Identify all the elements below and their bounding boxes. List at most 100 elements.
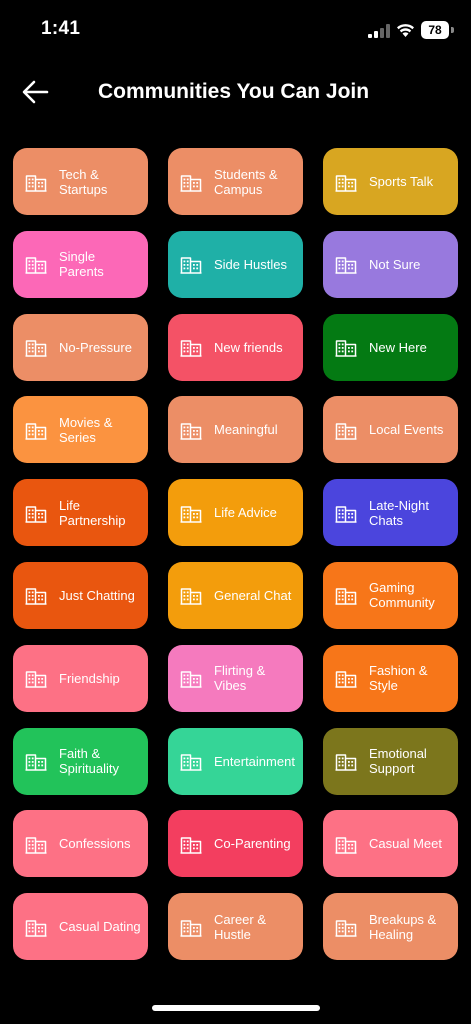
community-label: Faith & Spirituality	[59, 746, 119, 777]
building-icon	[180, 751, 202, 771]
home-indicator[interactable]	[152, 1005, 320, 1011]
building-icon	[180, 420, 202, 440]
community-label: Late-Night Chats	[369, 497, 429, 528]
building-icon	[180, 337, 202, 357]
building-icon	[335, 917, 357, 937]
community-label: Just Chatting	[59, 587, 135, 603]
community-label: Local Events	[369, 422, 444, 438]
community-label: Movies & Series	[59, 414, 113, 445]
community-label: Single Parents	[59, 249, 104, 280]
building-icon	[25, 420, 47, 440]
building-icon	[180, 503, 202, 523]
building-icon	[335, 834, 357, 854]
community-tile[interactable]: New Here	[323, 313, 458, 381]
building-icon	[25, 172, 47, 192]
header: Communities You Can Join	[0, 68, 471, 120]
community-tile[interactable]: No-Pressure	[13, 313, 148, 381]
community-tile[interactable]: Sports Talk	[323, 148, 458, 215]
building-icon	[25, 254, 47, 275]
community-label: New Here	[369, 339, 427, 355]
building-icon	[180, 585, 202, 606]
community-tile[interactable]: Entertainment	[168, 727, 303, 795]
community-label: Confessions	[59, 836, 131, 852]
battery-indicator: 78	[421, 21, 454, 39]
community-tile[interactable]: Tech & Startups	[13, 148, 148, 215]
community-tile[interactable]: Life Advice	[168, 479, 303, 547]
building-icon	[25, 917, 47, 937]
building-icon	[335, 751, 357, 771]
building-icon	[335, 668, 357, 689]
community-label: Career & Hustle	[214, 911, 267, 942]
building-icon	[25, 751, 47, 771]
building-icon	[335, 337, 357, 357]
battery-tip	[451, 27, 454, 33]
community-label: No-Pressure	[59, 339, 132, 355]
building-icon	[335, 420, 357, 440]
community-tile[interactable]: Just Chatting	[13, 561, 148, 629]
community-grid: Tech & Startups Students & Campus Sports T…	[13, 148, 459, 961]
community-label: Entertainment	[214, 753, 295, 769]
community-label: Casual Dating	[59, 919, 141, 935]
building-icon	[25, 503, 47, 523]
building-icon	[25, 834, 47, 854]
community-label: Gaming Community	[369, 580, 435, 611]
community-label: Fashion & Style	[369, 663, 428, 694]
building-icon	[180, 834, 202, 854]
signal-icon	[368, 24, 390, 38]
community-tile[interactable]: Movies & Series	[13, 396, 148, 464]
community-tile[interactable]: Career & Hustle	[168, 893, 303, 961]
community-tile[interactable]: Single Parents	[13, 230, 148, 298]
community-tile[interactable]: Not Sure	[323, 230, 458, 298]
community-label: Casual Meet	[369, 836, 442, 852]
community-label: General Chat	[214, 587, 292, 603]
community-label: Students & Campus	[214, 166, 278, 197]
community-tile[interactable]: Casual Dating	[13, 893, 148, 961]
community-tile[interactable]: Casual Meet	[323, 810, 458, 878]
building-icon	[25, 668, 47, 689]
community-tile[interactable]: Local Events	[323, 396, 458, 464]
community-label: New friends	[214, 339, 283, 355]
community-tile[interactable]: Flirting & Vibes	[168, 644, 303, 712]
community-label: Friendship	[59, 670, 120, 686]
community-tile[interactable]: General Chat	[168, 561, 303, 629]
status-time: 1:41	[41, 18, 81, 39]
community-tile[interactable]: Students & Campus	[168, 148, 303, 215]
community-label: Co-Parenting	[214, 836, 291, 852]
community-label: Breakups & Healing	[369, 911, 437, 942]
building-icon	[335, 585, 357, 606]
community-tile[interactable]: Co-Parenting	[168, 810, 303, 878]
building-icon	[335, 503, 357, 523]
wifi-icon	[397, 24, 414, 37]
building-icon	[180, 917, 202, 937]
community-tile[interactable]: Life Partnership	[13, 479, 148, 547]
community-tile[interactable]: Confessions	[13, 810, 148, 878]
back-arrow-icon[interactable]	[18, 74, 54, 110]
community-tile[interactable]: Side Hustles	[168, 230, 303, 298]
community-label: Life Advice	[214, 505, 277, 521]
community-label: Flirting & Vibes	[214, 663, 266, 694]
building-icon	[180, 172, 202, 192]
community-tile[interactable]: Friendship	[13, 644, 148, 712]
building-icon	[335, 254, 357, 275]
building-icon	[180, 668, 202, 689]
status-bar: 1:41 78	[0, 0, 471, 60]
community-tile[interactable]: Meaningful	[168, 396, 303, 464]
community-tile[interactable]: Fashion & Style	[323, 644, 458, 712]
community-tile[interactable]: Gaming Community	[323, 561, 458, 629]
community-label: Emotional Support	[369, 746, 427, 777]
community-tile[interactable]: Faith & Spirituality	[13, 727, 148, 795]
community-label: Life Partnership	[59, 497, 126, 528]
community-tile[interactable]: New friends	[168, 313, 303, 381]
page-title: Communities You Can Join	[98, 80, 370, 103]
building-icon	[180, 254, 202, 275]
community-label: Meaningful	[214, 422, 278, 438]
community-label: Side Hustles	[214, 256, 287, 272]
community-tile[interactable]: Breakups & Healing	[323, 893, 458, 961]
community-tile[interactable]: Late-Night Chats	[323, 479, 458, 547]
community-label: Not Sure	[369, 256, 421, 272]
community-label: Sports Talk	[369, 174, 434, 189]
building-icon	[25, 585, 47, 606]
community-tile[interactable]: Emotional Support	[323, 727, 458, 795]
building-icon	[335, 172, 357, 192]
battery-level: 78	[421, 21, 449, 39]
